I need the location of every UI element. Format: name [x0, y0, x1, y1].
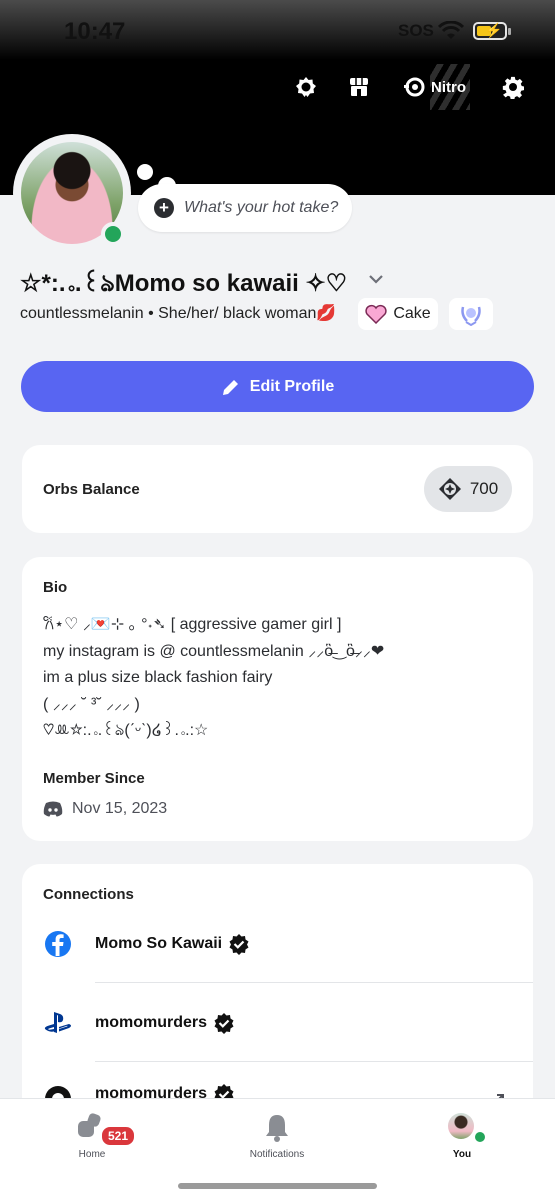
- cake-badge-label: Cake: [393, 305, 431, 322]
- chevron-down-icon[interactable]: [368, 273, 384, 285]
- wifi-icon: [438, 21, 464, 39]
- you-avatar[interactable]: [448, 1113, 474, 1139]
- username-pronouns: countlessmelanin • She/her/ black woman💋: [20, 305, 337, 322]
- tab-you-label: You: [452, 1149, 472, 1160]
- display-name: ☆*:.｡.꒰ঌMomo so kawaii ✧♡: [20, 270, 348, 297]
- connection-name: Momo So Kawaii: [95, 935, 223, 952]
- nitro-label: Nitro: [431, 78, 466, 96]
- connection-name: momomurders: [95, 1014, 208, 1031]
- nitro-button[interactable]: Nitro: [403, 72, 466, 102]
- quests-icon[interactable]: [291, 72, 321, 102]
- bio-title: Bio: [43, 579, 68, 596]
- status-time: 10:47: [64, 18, 126, 45]
- battery-icon: ⚡: [473, 22, 507, 40]
- heart-icon: [365, 304, 387, 324]
- status-sos: SOS: [398, 21, 434, 40]
- edit-profile-button[interactable]: Edit Profile: [21, 361, 534, 412]
- bio-text: 𐙚⋆♡ ⸝💌⊹ ｡ °˖➴ [ aggressive gamer girl ] …: [43, 612, 384, 745]
- connection-row-facebook[interactable]: Momo So Kawaii: [22, 904, 533, 982]
- bio-line: im a plus size black fashion fairy: [43, 669, 273, 686]
- bio-line: my instagram is @ countlessmelanin ⸝⸝ὃ̶‿…: [43, 642, 385, 660]
- cake-badge[interactable]: Cake: [358, 298, 438, 330]
- member-since-title: Member Since: [43, 770, 145, 787]
- member-since-row: Nov 15, 2023: [43, 800, 167, 818]
- orbs-balance-value: 700: [469, 479, 499, 498]
- orbs-balance-label: Orbs Balance: [43, 481, 140, 498]
- bio-line: 𐙚⋆♡ ⸝💌⊹ ｡ °˖➴ [ aggressive gamer girl ]: [43, 616, 342, 633]
- bell-icon: [266, 1115, 288, 1142]
- orb-icon: [438, 478, 461, 500]
- battery-cap: [508, 28, 511, 35]
- hot-take-placeholder: What's your hot take?: [184, 199, 339, 216]
- bio-line: ♡ꔛ☆:.｡.꒰ঌ(ˊᵕˋ)໒꒱.｡.:☆: [43, 722, 209, 739]
- tab-home-label: Home: [78, 1149, 106, 1160]
- settings-icon[interactable]: [498, 72, 528, 102]
- laurel-badge[interactable]: [449, 298, 493, 330]
- verified-icon: [229, 934, 249, 955]
- bio-card: Bio 𐙚⋆♡ ⸝💌⊹ ｡ °˖➴ [ aggressive gamer gir…: [22, 557, 533, 841]
- connections-title: Connections: [43, 886, 134, 903]
- orbs-balance-pill[interactable]: 700: [424, 466, 512, 512]
- pencil-icon: [222, 379, 238, 395]
- discord-icon: [43, 801, 63, 817]
- hot-take-bubble[interactable]: + What's your hot take?: [138, 184, 352, 232]
- unread-count-badge: 521: [100, 1125, 137, 1147]
- online-status-indicator: [101, 222, 125, 246]
- playstation-icon: [44, 1012, 71, 1033]
- member-since-date: Nov 15, 2023: [72, 800, 168, 817]
- bio-line: ( ⸝⸝⸝ ˘ ³˘ ⸝⸝⸝ ): [43, 695, 140, 713]
- home-indicator: [178, 1183, 377, 1189]
- nitro-icon: [404, 77, 425, 97]
- thought-bubble-dot: [137, 164, 153, 180]
- laurel-icon: [461, 306, 481, 326]
- online-status-indicator: [472, 1129, 488, 1145]
- tab-notifications-label: Notifications: [249, 1149, 305, 1160]
- edit-profile-label: Edit Profile: [249, 377, 335, 395]
- connection-row-playstation[interactable]: momomurders: [22, 983, 533, 1061]
- orbs-balance-card[interactable]: Orbs Balance 700: [22, 445, 533, 533]
- shop-icon[interactable]: [344, 72, 374, 102]
- verified-icon: [214, 1013, 234, 1034]
- profile-top-actions: Nitro: [0, 64, 555, 110]
- plus-icon: +: [154, 198, 174, 218]
- status-bar: 10:47 SOS ⚡: [0, 0, 555, 60]
- facebook-icon: [45, 931, 71, 957]
